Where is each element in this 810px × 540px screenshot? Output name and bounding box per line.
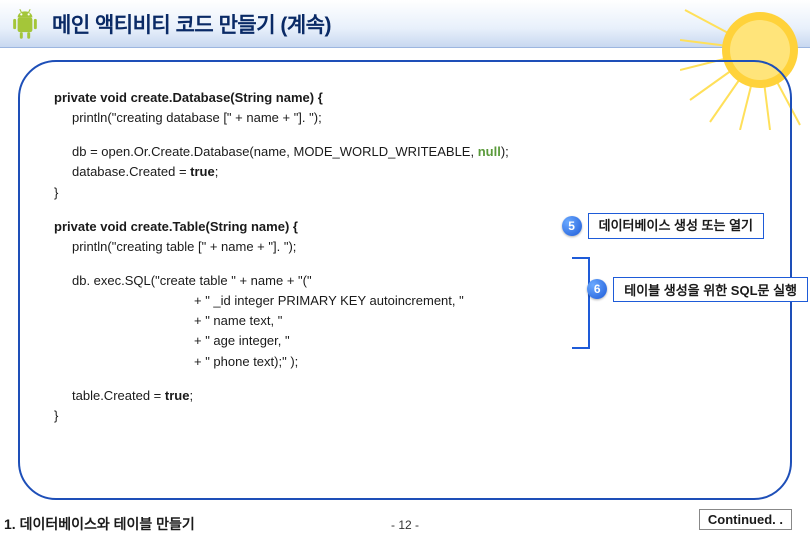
bracket-icon	[572, 257, 590, 349]
callout-label: 테이블 생성을 위한 SQL문 실행	[613, 277, 808, 302]
code-line: println("creating database [" + name + "…	[54, 108, 756, 128]
code-block: private void create.Database(String name…	[54, 88, 756, 426]
code-line: table.Created = true;	[72, 388, 193, 403]
code-line: + " phone text);" );	[54, 352, 756, 372]
code-line: + " name text, "	[54, 311, 756, 331]
code-line: );	[501, 144, 509, 159]
continued-badge: Continued. .	[699, 509, 792, 530]
code-null: null	[478, 144, 501, 159]
code-line: database.Created = true;	[72, 164, 218, 179]
code-line: }	[54, 406, 756, 426]
code-line: }	[54, 183, 756, 203]
code-line: private void create.Database(String name…	[54, 90, 323, 105]
callout-6: 6 테이블 생성을 위한 SQL문 실행	[587, 277, 808, 301]
content-frame: private void create.Database(String name…	[18, 60, 792, 500]
code-line: + " age integer, "	[54, 331, 756, 351]
code-line: println("creating table [" + name + "]. …	[54, 237, 756, 257]
android-icon	[10, 7, 40, 41]
code-line: private void create.Table(String name) {	[54, 219, 298, 234]
footer-section-title: 1. 데이터베이스와 테이블 만들기	[4, 514, 195, 534]
code-line: db = open.Or.Create.Database(name, MODE_…	[72, 144, 478, 159]
callout-number: 6	[587, 279, 607, 299]
page-number: - 12 -	[391, 518, 419, 532]
slide-title: 메인 액티비티 코드 만들기 (계속)	[52, 9, 331, 39]
slide-header: 메인 액티비티 코드 만들기 (계속)	[0, 0, 810, 48]
